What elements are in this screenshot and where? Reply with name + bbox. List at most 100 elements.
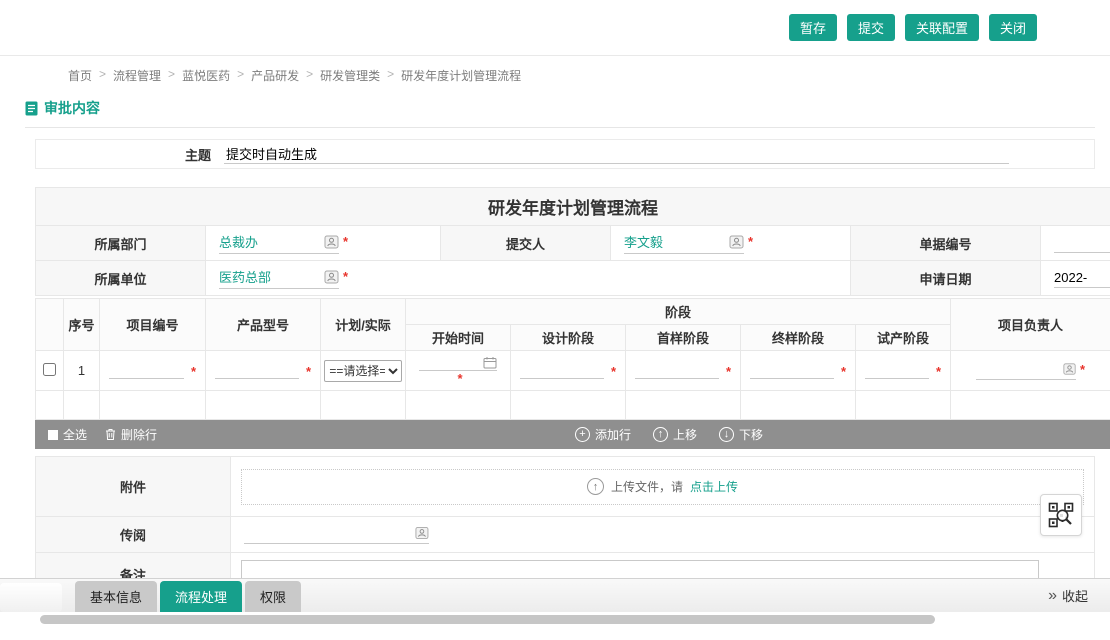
required-mark: * [191, 364, 196, 379]
first-sample-input[interactable] [635, 363, 719, 379]
select-all-label: 全选 [63, 426, 87, 443]
plan-actual-select[interactable]: ==请选择== [324, 360, 401, 382]
unit-value-link[interactable]: 医药总部 [219, 267, 271, 286]
add-row-button[interactable]: + 添加行 [575, 426, 631, 443]
tab-process-handling[interactable]: 流程处理 [160, 581, 242, 612]
save-draft-button[interactable]: 暂存 [789, 14, 837, 41]
col-start-time: 开始时间 [406, 325, 511, 351]
department-label: 所属部门 [36, 226, 206, 261]
subject-input[interactable] [224, 144, 1009, 164]
submit-button[interactable]: 提交 [847, 14, 895, 41]
row-index: 1 [64, 351, 100, 391]
section-divider [25, 127, 1095, 128]
breadcrumb-product-rd[interactable]: 产品研发 [251, 67, 299, 84]
col-index: 序号 [64, 299, 100, 351]
add-row-label: 添加行 [595, 426, 631, 443]
unit-label: 所属单位 [36, 261, 206, 296]
close-button[interactable]: 关闭 [989, 14, 1037, 41]
upload-link[interactable]: 点击上传 [690, 478, 738, 495]
required-mark: * [343, 269, 348, 284]
empty-table-row [36, 391, 1110, 420]
breadcrumb-separator: > [99, 67, 106, 84]
form-header-table: 研发年度计划管理流程 所属部门 总裁办 * 提交人 李文毅 * 单据编号 所属单… [35, 187, 1110, 296]
start-date-field[interactable]: * [406, 356, 510, 386]
qr-code-icon [1048, 502, 1074, 528]
col-owner: 项目负责人 [951, 299, 1110, 351]
footer-tabstrip: 基本信息 流程处理 权限 » 收起 [0, 579, 1110, 612]
table-row: 1 * * ==请选择== * * * * * * [36, 351, 1110, 391]
required-mark: * [936, 364, 941, 379]
qr-scan-button[interactable] [1040, 494, 1082, 536]
required-mark: * [343, 234, 348, 249]
col-project-no: 项目编号 [100, 299, 206, 351]
upload-dropzone[interactable]: ↑ 上传文件，请 点击上传 [241, 469, 1084, 505]
required-mark: * [611, 364, 616, 379]
arrow-up-circle-icon: ↑ [653, 427, 668, 442]
required-mark: * [457, 371, 462, 386]
subject-label: 主题 [36, 145, 211, 164]
doc-no-input[interactable] [1054, 233, 1110, 253]
doc-no-label: 单据编号 [851, 226, 1041, 261]
col-design-stage: 设计阶段 [511, 325, 626, 351]
row-checkbox[interactable] [43, 363, 56, 376]
move-down-button[interactable]: ↓ 下移 [719, 426, 763, 443]
tab-basic-info[interactable]: 基本信息 [75, 581, 157, 612]
breadcrumb-company[interactable]: 蓝悦医药 [182, 67, 230, 84]
row-toolbar: 全选 删除行 + 添加行 ↑ 上移 ↓ 下移 [35, 420, 1110, 449]
select-all-button[interactable]: 全选 [48, 426, 87, 443]
breadcrumb-rd-category[interactable]: 研发管理类 [320, 67, 380, 84]
select-all-checkbox-icon [48, 430, 58, 440]
move-up-button[interactable]: ↑ 上移 [653, 426, 697, 443]
final-sample-input[interactable] [750, 363, 834, 379]
double-chevron-right-icon: » [1048, 588, 1057, 604]
breadcrumb-home[interactable]: 首页 [68, 67, 92, 84]
person-picker-icon[interactable] [1063, 362, 1076, 376]
apply-date-label: 申请日期 [851, 261, 1041, 296]
circulate-input[interactable] [244, 526, 415, 541]
submitter-cell: 李文毅 * [611, 226, 851, 261]
col-trial-stage: 试产阶段 [856, 325, 951, 351]
col-product-model: 产品型号 [206, 299, 321, 351]
submitter-label: 提交人 [441, 226, 611, 261]
project-no-input[interactable] [109, 363, 184, 379]
product-model-input[interactable] [215, 363, 299, 379]
col-final-sample-stage: 终样阶段 [741, 325, 856, 351]
upload-hint: 上传文件，请 [611, 478, 683, 495]
trash-icon [105, 428, 116, 441]
horizontal-scrollbar-track [0, 612, 1110, 627]
col-plan-actual: 计划/实际 [321, 299, 406, 351]
related-config-button[interactable]: 关联配置 [905, 14, 979, 41]
top-action-bar: 暂存 提交 关联配置 关闭 [0, 0, 1110, 56]
required-mark: * [748, 234, 753, 249]
person-picker-icon[interactable] [324, 235, 339, 249]
collapse-label: 收起 [1062, 586, 1088, 605]
upload-icon: ↑ [587, 478, 604, 495]
circulate-label: 传阅 [36, 517, 231, 553]
subject-row: 主题 [35, 139, 1095, 169]
horizontal-scrollbar-thumb[interactable] [40, 615, 935, 624]
attachments-cell: ↑ 上传文件，请 点击上传 [231, 457, 1095, 517]
breadcrumb-separator: > [387, 67, 394, 84]
col-stage-group: 阶段 [406, 299, 951, 325]
doc-no-cell [1041, 226, 1110, 261]
project-table: 序号 项目编号 产品型号 计划/实际 阶段 项目负责人 开始时间 设计阶段 首样… [35, 298, 1110, 420]
breadcrumb-process-mgmt[interactable]: 流程管理 [113, 67, 161, 84]
calendar-icon[interactable] [483, 356, 497, 369]
arrow-down-circle-icon: ↓ [719, 427, 734, 442]
apply-date-cell [1041, 261, 1110, 296]
tab-permissions[interactable]: 权限 [245, 581, 301, 612]
design-stage-input[interactable] [520, 363, 604, 379]
apply-date-input[interactable] [1054, 268, 1110, 288]
person-picker-icon[interactable] [415, 526, 429, 540]
person-picker-icon[interactable] [324, 270, 339, 284]
department-cell: 总裁办 * [206, 226, 441, 261]
required-mark: * [841, 364, 846, 379]
delete-row-button[interactable]: 删除行 [105, 426, 157, 443]
submitter-value-link[interactable]: 李文毅 [624, 232, 663, 251]
trial-stage-input[interactable] [865, 363, 929, 379]
owner-input[interactable] [976, 362, 1063, 377]
person-picker-icon[interactable] [729, 235, 744, 249]
breadcrumb-separator: > [168, 67, 175, 84]
collapse-button[interactable]: » 收起 [1048, 586, 1088, 605]
department-value-link[interactable]: 总裁办 [219, 232, 258, 251]
